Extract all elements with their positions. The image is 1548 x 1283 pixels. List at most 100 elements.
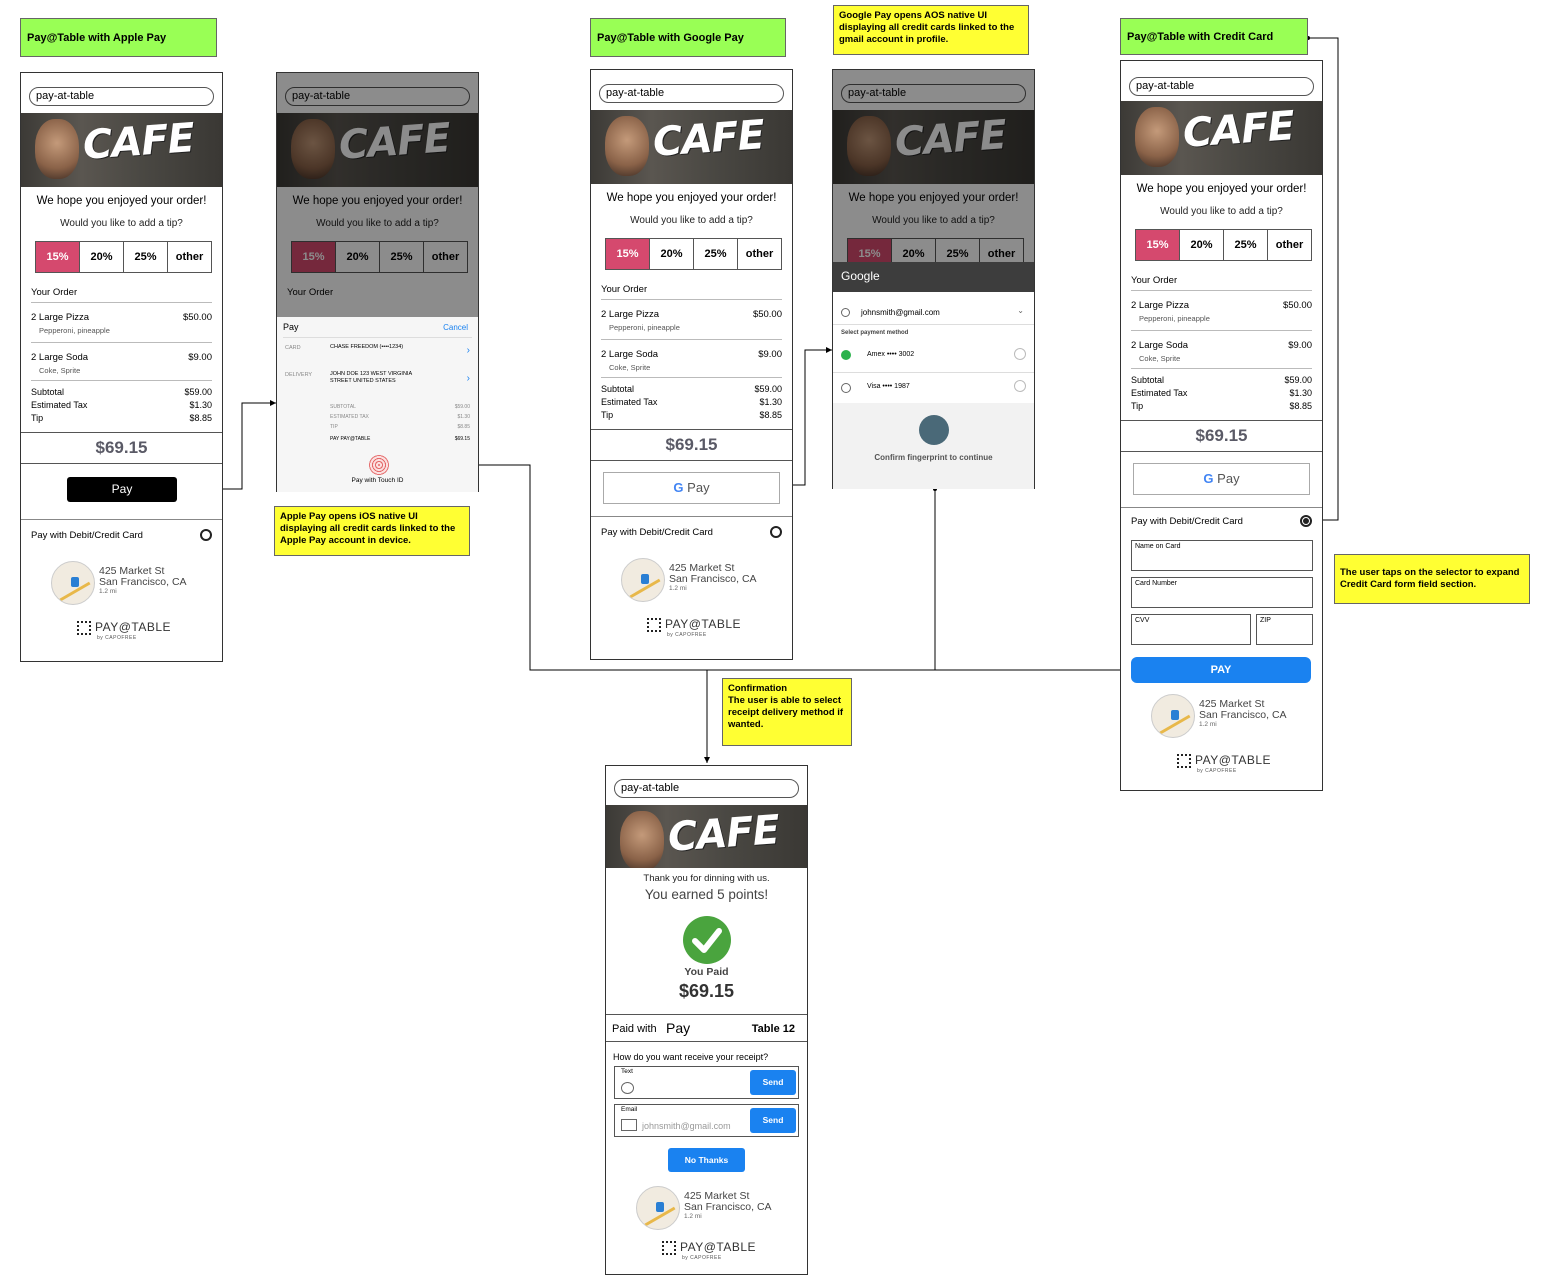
- chevron-down-icon[interactable]: ⌄: [1017, 306, 1024, 315]
- selected-check-icon: [841, 350, 851, 360]
- payment-card-visa[interactable]: Visa •••• 1987: [867, 383, 910, 390]
- paid-with-label: Paid with: [612, 1023, 657, 1035]
- google-pay-button[interactable]: G Pay: [1133, 463, 1310, 495]
- debit-option[interactable]: Pay with Debit/Credit Card: [31, 529, 212, 541]
- tip-25-button[interactable]: 25%: [1224, 230, 1268, 260]
- fingerprint-icon[interactable]: [369, 455, 389, 475]
- apple-pay-sheet-screen: pay-at-table CAFE We hope you enjoyed yo…: [276, 72, 479, 492]
- envelope-icon: [621, 1119, 637, 1131]
- cafe-banner: CAFE: [21, 113, 222, 187]
- tip-15-button[interactable]: 15%: [606, 239, 650, 269]
- apple-pay-cancel[interactable]: Cancel: [443, 323, 468, 332]
- card-number-field[interactable]: Card Number: [1131, 577, 1313, 608]
- total-amount: $69.15: [591, 429, 792, 461]
- apple-pay-logo: Pay: [666, 1020, 691, 1036]
- confirmation-note-title: Confirmation: [728, 683, 788, 694]
- pay-button[interactable]: PAY: [1131, 657, 1311, 683]
- total-amount: $69.15: [1121, 420, 1322, 452]
- confirmation-screen: pay-at-table CAFE Thank you for dinning …: [605, 765, 808, 1275]
- text-receipt-field[interactable]: Text Send: [614, 1066, 799, 1099]
- apple-pay-screen: pay-at-table CAFE We hope you enjoyed yo…: [20, 72, 223, 662]
- touch-id-label: Pay with Touch ID: [351, 477, 404, 484]
- unselected-radio-icon[interactable]: [841, 383, 851, 393]
- google-sheet-header: Google: [833, 262, 1034, 292]
- map-icon: [621, 558, 665, 602]
- fingerprint-panel: Confirm fingerprint to continue: [833, 403, 1034, 489]
- order-totals: Subtotal $59.00 Estimated Tax $1.30 Tip $8.…: [601, 384, 782, 420]
- tip-other-button[interactable]: other: [1268, 230, 1311, 260]
- email-send-button[interactable]: Send: [750, 1108, 796, 1133]
- cafe-banner: CAFE: [606, 805, 807, 868]
- pay-at-table-brand: PAY@TABLE by CAPOFREE: [77, 620, 171, 641]
- email-label: Email: [621, 1106, 638, 1113]
- cafe-logo: CAFE: [81, 115, 196, 169]
- order-item: 2 Large Pizza $50.00 Pepperoni, pineapple: [1131, 300, 1312, 323]
- credit-card-note: The user taps on the selector to expand …: [1334, 554, 1530, 604]
- thanks-text: Thank you for dinning with us.: [643, 873, 770, 884]
- apple-pay-note: Apple Pay opens iOS native UI displaying…: [274, 506, 470, 556]
- order-item: 2 Large Pizza $50.00 Pepperoni, pineapple: [601, 309, 782, 332]
- cafe-banner: CAFE: [591, 110, 792, 184]
- cafe-banner: CAFE: [1121, 101, 1322, 175]
- your-order-heading: Your Order: [31, 287, 78, 298]
- text-label: Text: [621, 1068, 633, 1075]
- location-info: 425 Market St San Francisco, CA 1.2 mi: [1151, 694, 1311, 740]
- email-value[interactable]: johnsmith@gmail.com: [642, 1121, 731, 1131]
- url-bar[interactable]: pay-at-table: [29, 87, 214, 106]
- zip-field[interactable]: ZIP: [1256, 614, 1313, 645]
- debit-option[interactable]: Pay with Debit/Credit Card: [601, 526, 782, 538]
- credit-card-screen: pay-at-table CAFE We hope you enjoyed yo…: [1120, 60, 1323, 791]
- table-number: Table 12: [751, 1023, 795, 1035]
- delivery-value[interactable]: JOHN DOE 123 WEST VIRGINIA STREET UNITED…: [330, 371, 420, 384]
- tip-20-button[interactable]: 20%: [1180, 230, 1224, 260]
- tip-20-button[interactable]: 20%: [650, 239, 694, 269]
- confirmation-note-body: The user is able to select receipt deliv…: [728, 695, 844, 730]
- no-thanks-button[interactable]: No Thanks: [668, 1148, 745, 1172]
- name-on-card-field[interactable]: Name on Card: [1131, 540, 1313, 571]
- payment-card-amex[interactable]: Amex •••• 3002: [867, 351, 914, 358]
- receipt-question: How do you want receive your receipt?: [613, 1052, 769, 1062]
- payment-summary-bar: Paid with Pay Table 12: [606, 1014, 807, 1042]
- chevron-right-icon[interactable]: ›: [467, 373, 470, 384]
- fingerprint-icon: [1014, 380, 1026, 392]
- debit-radio[interactable]: [200, 529, 212, 541]
- chevron-right-icon[interactable]: ›: [467, 345, 470, 356]
- tip-20-button[interactable]: 20%: [80, 242, 124, 272]
- tip-25-button[interactable]: 25%: [124, 242, 168, 272]
- text-send-button[interactable]: Send: [750, 1070, 796, 1095]
- google-pay-sheet: Google johnsmith@gmail.com ⌄ Select paym…: [833, 262, 1034, 489]
- debit-radio[interactable]: [770, 526, 782, 538]
- tip-15-button[interactable]: 15%: [1136, 230, 1180, 260]
- tip-other-button[interactable]: other: [168, 242, 211, 272]
- google-pay-flow-label: Pay@Table with Google Pay: [590, 18, 786, 57]
- debit-radio[interactable]: [1300, 515, 1312, 527]
- url-bar[interactable]: pay-at-table: [599, 84, 784, 103]
- card-value[interactable]: CHASE FREEDOM (••••1234): [330, 344, 420, 351]
- google-pay-note: Google Pay opens AOS native UI displayin…: [833, 5, 1029, 55]
- google-g-icon: G: [673, 480, 684, 495]
- tip-25-button[interactable]: 25%: [694, 239, 738, 269]
- tip-question: Would you like to add a tip?: [60, 218, 183, 229]
- tip-15-button[interactable]: 15%: [36, 242, 80, 272]
- your-order-heading: Your Order: [601, 284, 648, 295]
- thanks-heading: We hope you enjoyed your order!: [1136, 183, 1307, 195]
- google-pay-button[interactable]: G Pay: [603, 472, 780, 504]
- tip-other-button[interactable]: other: [738, 239, 781, 269]
- tip-question: Would you like to add a tip?: [630, 215, 753, 226]
- google-pay-screen: pay-at-table CAFE We hope you enjoyed yo…: [590, 69, 793, 660]
- dim-overlay: [833, 70, 1034, 262]
- url-bar[interactable]: pay-at-table: [614, 779, 799, 798]
- google-account[interactable]: johnsmith@gmail.com: [861, 308, 940, 317]
- url-bar[interactable]: pay-at-table: [1129, 77, 1314, 96]
- thanks-heading: We hope you enjoyed your order!: [606, 192, 777, 204]
- your-order-heading: Your Order: [1131, 275, 1178, 286]
- pay-at-table-brand: PAY@TABLE by CAPOFREE: [1177, 753, 1271, 774]
- apple-pay-button[interactable]: Pay: [67, 477, 177, 502]
- debit-option[interactable]: Pay with Debit/Credit Card: [1131, 515, 1312, 527]
- apple-pay-summary: SUBTOTAL $59.00 ESTIMATED TAX $1.30 TIP $8.…: [330, 404, 470, 442]
- fingerprint-icon[interactable]: [919, 415, 949, 445]
- email-receipt-field[interactable]: Email johnsmith@gmail.com Send: [614, 1104, 799, 1137]
- cvv-field[interactable]: CVV: [1131, 614, 1251, 645]
- check-icon: [683, 916, 731, 964]
- apple-pay-sheet: Pay Cancel CARD CHASE FREEDOM (••••1234)…: [277, 317, 478, 492]
